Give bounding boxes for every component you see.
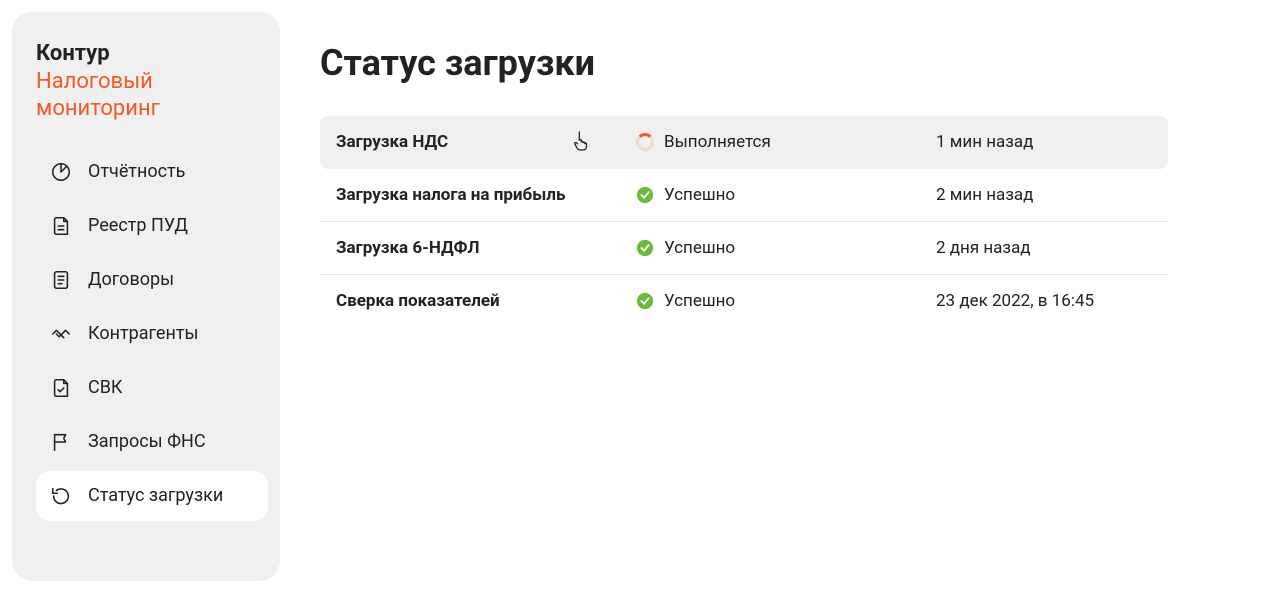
sidebar-item-label: Статус загрузки	[88, 485, 223, 506]
sidebar-item-label: Контрагенты	[88, 323, 198, 344]
upload-time: 1 мин назад	[936, 132, 1152, 152]
document-check-icon	[50, 377, 72, 399]
sidebar-item-upload-status[interactable]: Статус загрузки	[36, 471, 268, 521]
upload-status-label: Успешно	[664, 238, 735, 258]
upload-time: 2 мин назад	[936, 185, 1152, 205]
cursor-pointer-icon	[573, 130, 591, 152]
upload-name: Загрузка НДС	[336, 132, 636, 152]
chart-pie-icon	[50, 161, 72, 183]
check-circle-icon	[636, 186, 654, 204]
upload-name: Загрузка налога на прибыль	[336, 185, 636, 205]
spinner-icon	[636, 133, 654, 151]
upload-status-label: Успешно	[664, 291, 735, 311]
sidebar-item-label: Запросы ФНС	[88, 431, 206, 452]
sidebar-item-label: СВК	[88, 377, 123, 398]
sidebar-item-registry-pud[interactable]: Реестр ПУД	[36, 201, 268, 251]
upload-time: 23 дек 2022, в 16:45	[936, 291, 1152, 311]
upload-status: Успешно	[636, 185, 936, 205]
sidebar-item-fns-requests[interactable]: Запросы ФНС	[36, 417, 268, 467]
sidebar-item-label: Реестр ПУД	[88, 215, 188, 236]
check-circle-icon	[636, 239, 654, 257]
check-circle-icon	[636, 292, 654, 310]
upload-status: Успешно	[636, 291, 936, 311]
import-icon	[50, 485, 72, 507]
flag-icon	[50, 431, 72, 453]
page-title: Статус загрузки	[320, 42, 1168, 84]
table-row[interactable]: Сверка показателей Успешно 23 дек 2022, …	[320, 275, 1168, 327]
sidebar-item-label: Отчётность	[88, 161, 185, 182]
upload-status-label: Успешно	[664, 185, 735, 205]
upload-status: Успешно	[636, 238, 936, 258]
table-row[interactable]: Загрузка НДС Выполняется 1 мин назад	[320, 116, 1168, 169]
uploads-table: Загрузка НДС Выполняется 1 мин назад Заг…	[320, 116, 1168, 327]
sidebar-item-counterparties[interactable]: Контрагенты	[36, 309, 268, 359]
sidebar-item-label: Договоры	[88, 269, 174, 290]
brand-subtitle-line1: Налоговый	[36, 68, 268, 96]
upload-status-label: Выполняется	[664, 132, 771, 152]
main-content: Статус загрузки Загрузка НДС Выполняется…	[300, 12, 1268, 581]
brand-subtitle-line2: мониторинг	[36, 95, 268, 123]
brand-name: Контур	[36, 40, 268, 68]
upload-name: Сверка показателей	[336, 291, 636, 311]
document-lines-icon	[50, 269, 72, 291]
handshake-icon	[50, 323, 72, 345]
sidebar-nav: Отчётность Реестр ПУД Договоры Контраген…	[36, 147, 268, 521]
sidebar: Контур Налоговый мониторинг Отчётность Р…	[12, 12, 280, 581]
sidebar-item-reporting[interactable]: Отчётность	[36, 147, 268, 197]
upload-time: 2 дня назад	[936, 238, 1152, 258]
sidebar-item-svk[interactable]: СВК	[36, 363, 268, 413]
document-icon	[50, 215, 72, 237]
upload-name: Загрузка 6-НДФЛ	[336, 238, 636, 258]
sidebar-item-contracts[interactable]: Договоры	[36, 255, 268, 305]
table-row[interactable]: Загрузка налога на прибыль Успешно 2 мин…	[320, 169, 1168, 222]
table-row[interactable]: Загрузка 6-НДФЛ Успешно 2 дня назад	[320, 222, 1168, 275]
brand: Контур Налоговый мониторинг	[36, 40, 268, 123]
upload-status: Выполняется	[636, 132, 936, 152]
